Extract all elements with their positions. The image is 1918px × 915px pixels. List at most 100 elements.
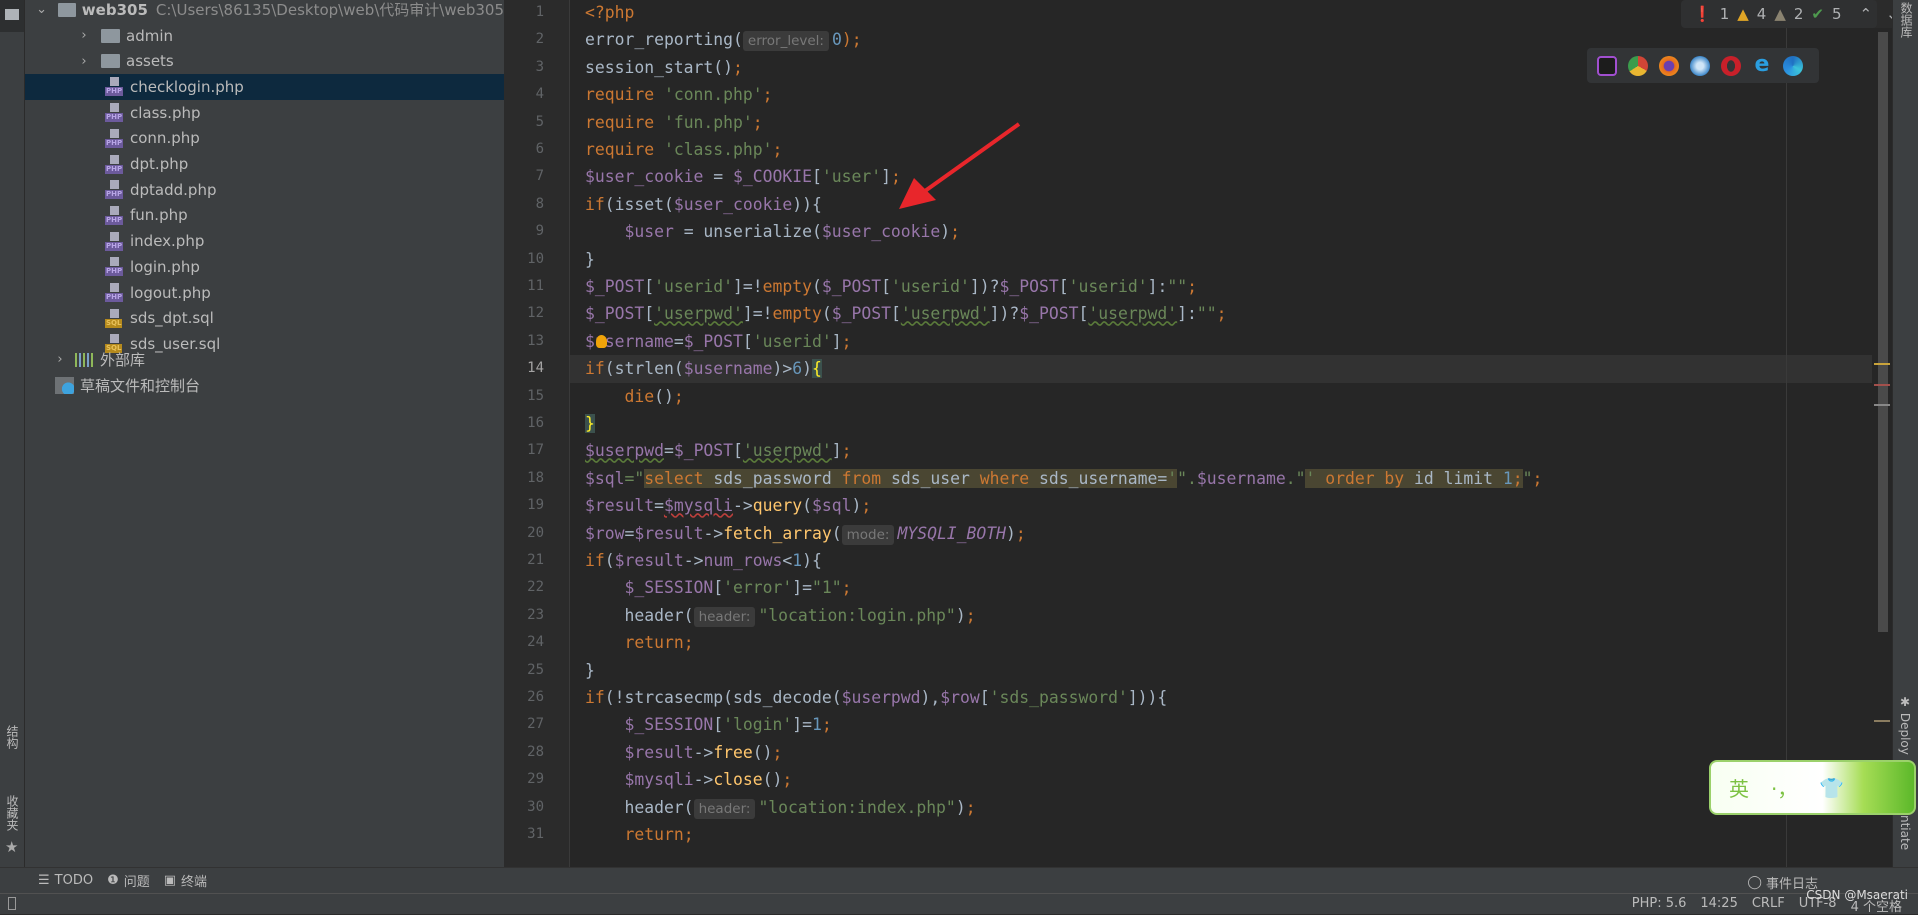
chevron-down-icon[interactable]: ⌄	[35, 2, 48, 17]
inspection-widget[interactable]: ❗1 ▲4 ▲2 ✔5 ⌃ ⌄	[1681, 0, 1899, 28]
code-line[interactable]: if(strlen($username)>6){	[570, 355, 1872, 383]
error-marker[interactable]	[1874, 384, 1890, 386]
code-token: "location:login.php"	[758, 605, 956, 625]
code-token: ."	[1285, 468, 1306, 488]
firefox-icon[interactable]	[1659, 55, 1679, 76]
warning-count[interactable]: 4	[1757, 5, 1767, 23]
code-line[interactable]: return;	[570, 629, 1872, 656]
code-line[interactable]: require 'fun.php';	[570, 109, 1872, 136]
typo-count[interactable]: 5	[1832, 5, 1842, 23]
weak-warning-count[interactable]: 2	[1794, 5, 1804, 23]
code-line[interactable]: if(!strcasecmp(sds_decode($userpwd),$row…	[570, 684, 1872, 711]
code-line[interactable]: $mysqli->close();	[570, 766, 1872, 793]
scrollbar-thumb[interactable]	[1878, 32, 1888, 632]
layout-toggle-icon[interactable]	[8, 897, 16, 910]
code-line[interactable]: header(header: "location:index.php");	[570, 794, 1872, 821]
code-token: ()	[752, 742, 773, 762]
code-line[interactable]: $userpwd=$_POST['userpwd'];	[570, 437, 1872, 464]
code-line[interactable]: $user_cookie = $_COOKIE['user'];	[570, 163, 1872, 190]
problems-tab[interactable]: ❶ 问题	[107, 871, 150, 890]
other-tab[interactable]: ntiate	[1898, 815, 1912, 850]
code-line[interactable]: $result=$mysqli->query($sql);	[570, 492, 1872, 519]
code-token: 'class.php'	[663, 140, 773, 159]
skin-shirt-icon[interactable]: 👕	[1819, 776, 1844, 800]
safari-icon[interactable]	[1690, 55, 1710, 76]
structure-tab[interactable]: 结构	[4, 725, 21, 749]
code-line[interactable]: $_POST['userpwd']=!empty($_POST['userpwd…	[570, 300, 1872, 327]
todo-tab[interactable]: ☰ TODO	[38, 873, 93, 888]
code-line[interactable]: $result->free();	[570, 739, 1872, 766]
tree-item[interactable]: PHP index.php	[25, 228, 504, 254]
intention-bulb-icon[interactable]	[596, 335, 607, 348]
code-line[interactable]: $_SESSION['login']=1;	[570, 711, 1872, 738]
code-token: )	[940, 222, 951, 242]
code-token: [	[890, 304, 901, 324]
error-count[interactable]: 1	[1720, 5, 1730, 23]
tab-label: TODO	[54, 873, 94, 888]
tree-item[interactable]: PHP conn.php	[25, 126, 504, 152]
info-marker[interactable]	[1874, 720, 1890, 722]
line-separator[interactable]: CRLF	[1752, 896, 1785, 915]
code-line[interactable]: require 'class.php';	[570, 136, 1872, 163]
code-line[interactable]: $sql="select sds_password from sds_user …	[570, 465, 1872, 492]
tree-item[interactable]: PHP login.php	[25, 254, 504, 280]
tree-external-libraries[interactable]: › 外部库	[25, 347, 504, 373]
tree-scratches[interactable]: 草稿文件和控制台	[25, 373, 504, 399]
code-line[interactable]: $_POST['userid']=!empty($_POST['userid']…	[570, 273, 1872, 300]
ime-language[interactable]: 英	[1729, 773, 1749, 802]
code-line[interactable]: }	[570, 657, 1872, 684]
code-token: ->	[693, 770, 714, 790]
code-line[interactable]: require 'conn.php';	[570, 81, 1872, 108]
database-tab[interactable]: 数据库	[1898, 2, 1915, 38]
code-token: return	[624, 825, 684, 844]
code-line[interactable]: header(header: "location:login.php");	[570, 602, 1872, 629]
chevron-right-icon[interactable]: ›	[53, 352, 67, 367]
ime-punctuation[interactable]: ·，	[1771, 773, 1797, 802]
weak-warning-icon: ▲	[1774, 5, 1786, 23]
chrome-icon[interactable]	[1628, 55, 1648, 76]
editor-scrollbar[interactable]	[1872, 28, 1892, 867]
tree-item[interactable]: PHP logout.php	[25, 280, 504, 306]
favorites-tab[interactable]: 收藏夹	[4, 795, 21, 831]
tree-item-label: index.php	[130, 232, 205, 251]
tree-item[interactable]: PHP dptadd.php	[25, 177, 504, 203]
code-line[interactable]: die();	[570, 383, 1872, 410]
opera-icon[interactable]	[1721, 55, 1741, 76]
code-token: (	[812, 277, 822, 296]
code-line[interactable]: $row=$result->fetch_array(mode: MYSQLI_BO…	[570, 520, 1872, 547]
terminal-tab[interactable]: ▣ 终端	[164, 871, 207, 890]
caret-position[interactable]: 14:25	[1700, 896, 1737, 915]
info-marker[interactable]	[1874, 404, 1890, 406]
tree-item[interactable]: › assets	[25, 48, 504, 74]
chevron-right-icon[interactable]: ›	[77, 28, 91, 43]
code-line[interactable]: return;	[570, 821, 1872, 848]
deploy-tab[interactable]: ✱ Deploy	[1898, 695, 1912, 755]
code-line[interactable]: $username=$_POST['userid'];	[570, 328, 1872, 355]
warning-marker[interactable]	[1874, 363, 1890, 365]
code-token: ),	[920, 688, 941, 707]
code-line[interactable]: if($result->num_rows<1){	[570, 547, 1872, 574]
tree-item[interactable]: › admin	[25, 23, 504, 49]
code-line[interactable]: $_SESSION['error']="1";	[570, 574, 1872, 601]
code-line[interactable]: <?php	[570, 0, 1872, 26]
line-number: 14	[527, 360, 544, 377]
php-version[interactable]: PHP: 5.6	[1632, 896, 1687, 915]
chevron-right-icon[interactable]: ›	[77, 54, 91, 69]
edge-icon[interactable]	[1783, 55, 1803, 76]
ime-toolbar[interactable]: 英 ·， 👕	[1709, 760, 1916, 815]
code-line[interactable]: if(isset($user_cookie)){	[570, 191, 1872, 218]
tree-item[interactable]: PHP fun.php	[25, 203, 504, 229]
tree-item[interactable]: SQL sds_dpt.sql	[25, 305, 504, 331]
tree-item[interactable]: PHP checklogin.php	[25, 74, 504, 100]
tree-item[interactable]: PHP dpt.php	[25, 151, 504, 177]
code-line[interactable]: }	[570, 410, 1872, 437]
tree-root[interactable]: ⌄ web305 C:\Users\86135\Desktop\web\代码审计…	[25, 0, 504, 23]
previous-highlight-icon[interactable]: ⌃	[1860, 5, 1873, 23]
tree-item[interactable]: PHP class.php	[25, 100, 504, 126]
code-editor[interactable]: <?php error_reporting(error_level: 0); sess…	[570, 0, 1872, 867]
project-tool-tab[interactable]	[0, 0, 24, 32]
phpstorm-icon[interactable]	[1597, 55, 1617, 76]
code-line[interactable]: }	[570, 246, 1872, 273]
ie-icon[interactable]: e	[1752, 53, 1772, 76]
code-line[interactable]: $user = unserialize($user_cookie);	[570, 218, 1872, 245]
